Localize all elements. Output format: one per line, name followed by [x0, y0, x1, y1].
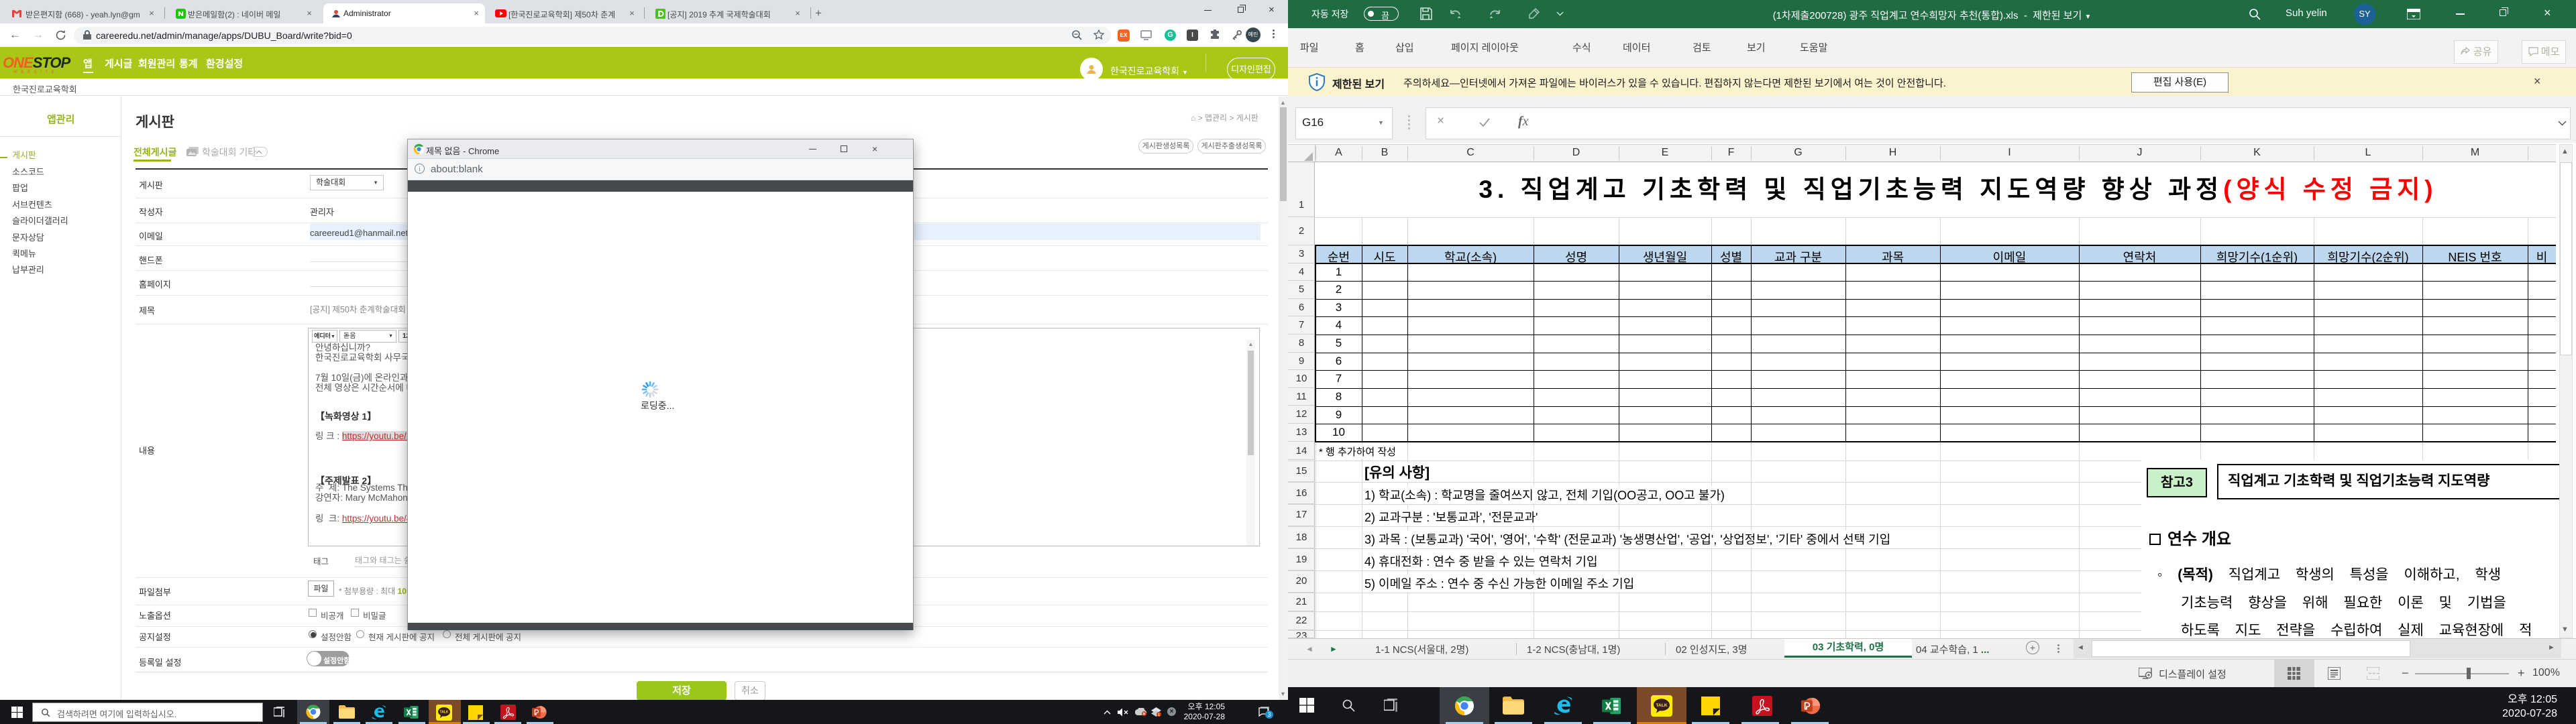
svg-text:1: 1 — [1158, 713, 1160, 717]
svg-text:TALK: TALK — [1656, 703, 1667, 708]
svg-text:TALK: TALK — [440, 711, 449, 715]
